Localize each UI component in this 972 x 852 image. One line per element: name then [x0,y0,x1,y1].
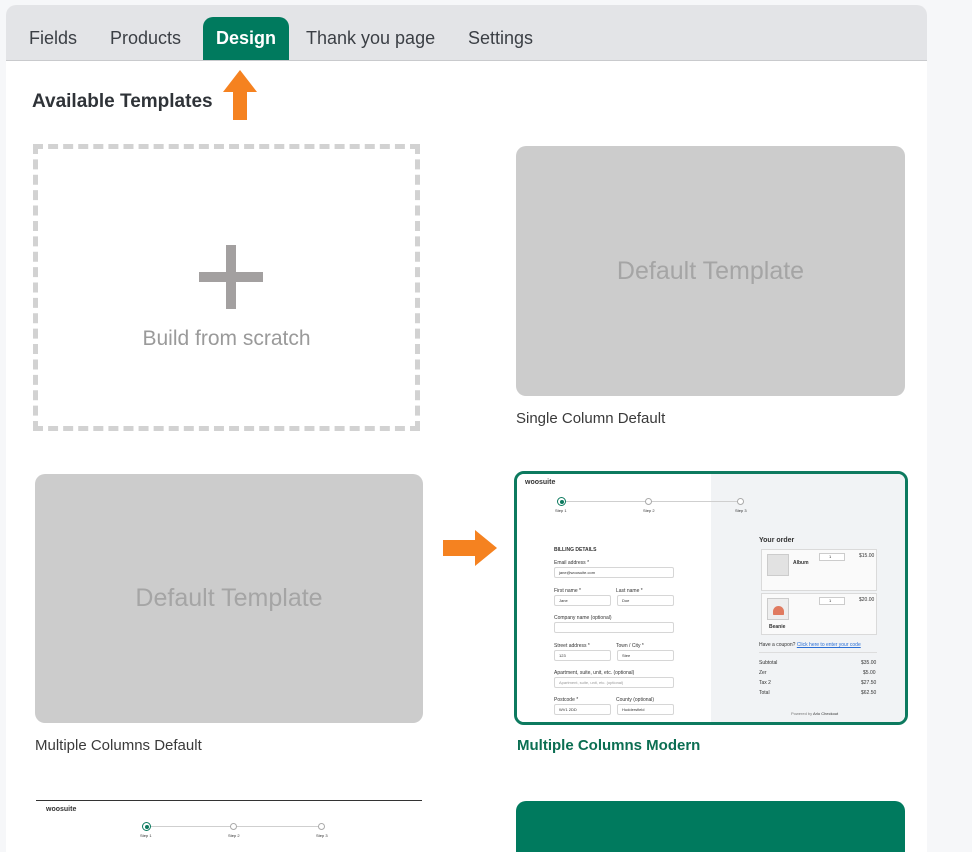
company-label: Company name (optional) [554,615,612,621]
billing-details-title: BILLING DETAILS [554,547,597,553]
green-template-thumbnail[interactable] [516,801,905,852]
stepper-template-thumbnail[interactable]: woosuite Step 1 Step 2 Step 3 [36,800,422,852]
step-1-label: Step 1 [555,508,567,513]
total-value: $62.50 [861,690,877,696]
plus-icon-bar [199,272,263,282]
default-template-placeholder: Default Template [616,256,805,285]
company-field [554,622,674,633]
build-from-scratch-card[interactable]: Build from scratch [33,144,420,431]
last-name-field: Doe [617,595,674,606]
apartment-label: Apartment, suite, unit, etc. (optional) [554,670,635,676]
town-label: Town / City * [616,643,644,649]
tab-design[interactable]: Design [203,17,290,60]
default-template-placeholder: Default Template [135,584,323,612]
design-panel: Fields Products Design Thank you page Se… [6,5,927,852]
order-item-album: Album 1 $15.00 [761,549,877,591]
last-name-label: Last name * [616,588,643,594]
town-field: Stee [617,650,674,661]
step-1-dot [557,497,566,506]
street-label: Street address * [554,643,590,649]
step-2-dot [230,823,237,830]
first-name-field: Jane [554,595,611,606]
preview-form-column: woosuite Step 1 Step 2 BILLING DETAILS E… [517,474,739,722]
total-label: Total [759,690,770,696]
order-item-beanie: Beanie 1 $20.00 [761,593,877,635]
step-3-dot [737,498,744,505]
multiple-columns-modern-thumbnail[interactable]: woosuite Step 1 Step 2 BILLING DETAILS E… [514,471,908,725]
subtotal-label: Subtotal [759,660,778,666]
powered-by: Powered by Arlo Checkout [791,711,839,716]
single-column-default-caption: Single Column Default [516,410,666,427]
album-image [767,554,789,576]
postcode-label: Postcode * [554,697,579,703]
tab-settings[interactable]: Settings [455,17,546,60]
tab-products[interactable]: Products [97,17,194,60]
email-label: Email address * [554,560,590,566]
first-name-label: First name * [554,588,581,594]
tax1-value: $5.00 [863,670,876,676]
step-2-label: Step 2 [228,833,240,838]
section-title: Available Templates [32,91,213,112]
multiple-columns-default-caption: Multiple Columns Default [35,737,202,754]
tab-thank-you-page[interactable]: Thank you page [293,17,448,60]
step-1-dot [142,822,151,831]
preview-order-column: Step 3 Your order Album 1 $15.00 Beanie … [681,474,905,722]
county-field: Huddersfield [617,704,674,715]
step-3-label: Step 3 [316,833,328,838]
email-field: jane@woosuite.com [554,567,674,578]
step-3-dot [318,823,325,830]
woosuite-logo: woosuite [525,479,556,486]
single-column-default-thumbnail[interactable]: Default Template [516,146,905,396]
step-1-label: Step 1 [140,833,152,838]
subtotal-value: $35.00 [861,660,877,666]
postcode-field: WV1 2DD [554,704,611,715]
arrow-right-icon [443,530,497,566]
tax1-label: Zer [759,670,767,676]
beanie-image [767,598,789,620]
build-from-scratch-label: Build from scratch [142,327,311,350]
arrow-up-icon [223,70,257,120]
step-3-label: Step 3 [735,508,747,513]
woosuite-logo: woosuite [46,806,77,813]
county-label: County (optional) [616,697,655,703]
street-field: 123 [554,650,611,661]
multiple-columns-default-thumbnail[interactable]: Default Template [35,474,423,723]
multiple-columns-modern-caption: Multiple Columns Modern [517,737,701,754]
coupon-text: Have a coupon? Click here to enter your … [759,642,861,648]
tab-fields[interactable]: Fields [16,17,90,60]
tab-bar: Fields Products Design Thank you page Se… [6,5,927,61]
step-2-label: Step 2 [643,508,655,513]
your-order-title: Your order [759,537,795,544]
tax2-value: $27.50 [861,680,877,686]
tax2-label: Tax 2 [759,680,771,686]
apartment-field: Apartment, suite, unit, etc. (optional) [554,677,674,688]
step-2-dot [645,498,652,505]
